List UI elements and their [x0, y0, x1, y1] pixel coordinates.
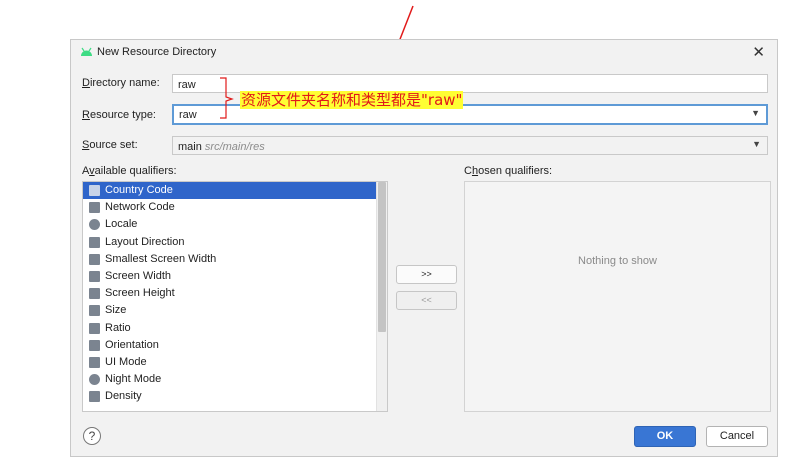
- annotation-text: 资源文件夹名称和类型都是"raw": [240, 91, 464, 109]
- annotation-bracket: [220, 77, 234, 119]
